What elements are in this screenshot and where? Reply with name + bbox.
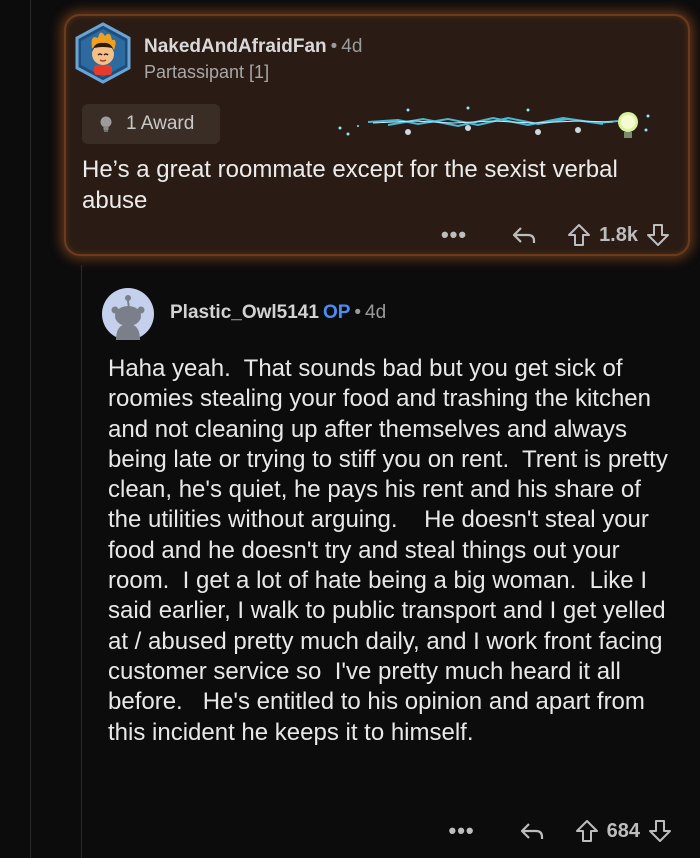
author-name[interactable]: NakedAndAfraidFan xyxy=(144,36,327,57)
separator-dot: • xyxy=(330,36,338,57)
reply-actions: ••• 684 xyxy=(449,818,672,844)
user-avatar[interactable] xyxy=(72,22,134,84)
more-options-button[interactable]: ••• xyxy=(441,222,467,248)
thread-line-nested xyxy=(81,265,82,858)
comment-age: 4d xyxy=(341,36,363,57)
author-name[interactable]: Plastic_Owl5141 xyxy=(170,302,319,323)
thread-line xyxy=(30,0,31,858)
separator-dot: • xyxy=(354,302,362,323)
lightbulb-icon xyxy=(100,116,112,132)
vote-score: 684 xyxy=(606,819,640,842)
vote-score: 1.8k xyxy=(599,223,638,246)
comment-actions: ••• 1.8k xyxy=(441,222,670,248)
comment-author-line: NakedAndAfraidFan • 4d xyxy=(144,36,362,58)
downvote-icon[interactable] xyxy=(648,819,672,843)
downvote-icon[interactable] xyxy=(646,223,670,247)
highlighted-comment: NakedAndAfraidFan • 4d Partassipant [1] 1 … xyxy=(64,14,690,256)
comment-age: 4d xyxy=(365,302,387,323)
reply-author-line: Plastic_Owl5141 OP • 4d xyxy=(170,302,386,324)
reply-icon[interactable] xyxy=(511,224,537,246)
comment-body: He’s a great roommate except for the sex… xyxy=(82,156,618,214)
upvote-icon[interactable] xyxy=(575,819,599,843)
op-badge: OP xyxy=(322,302,351,323)
reply-body: Haha yeah. That sounds bad but you get s… xyxy=(108,355,675,746)
reply-icon[interactable] xyxy=(519,820,545,842)
snoo-avatar[interactable] xyxy=(102,288,154,340)
award-badge[interactable]: 1 Award xyxy=(82,104,220,144)
award-label: 1 Award xyxy=(126,113,195,134)
user-flair: Partassipant [1] xyxy=(144,62,270,82)
upvote-icon[interactable] xyxy=(567,223,591,247)
more-options-button[interactable]: ••• xyxy=(449,818,475,844)
award-lightning-art xyxy=(338,106,650,138)
